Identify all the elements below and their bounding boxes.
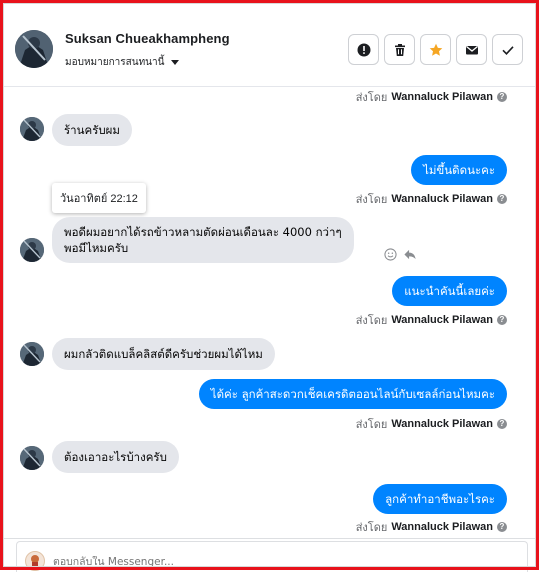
reply-box	[16, 541, 528, 572]
header-actions	[348, 34, 523, 65]
reply-icon[interactable]	[403, 248, 417, 261]
reply-composer	[4, 538, 535, 572]
sent-message[interactable]: ลูกค้าทำอาชีพอะไรคะ	[373, 484, 507, 514]
delete-button[interactable]	[384, 34, 415, 65]
message-actions	[384, 248, 417, 261]
help-icon[interactable]: ?	[497, 522, 507, 532]
avatar	[20, 238, 44, 262]
mark-done-button[interactable]	[492, 34, 523, 65]
alert-icon	[357, 43, 370, 56]
assign-label: มอบหมายการสนทนานี้	[65, 57, 165, 68]
avatar	[20, 342, 44, 366]
check-icon	[501, 45, 514, 55]
page-avatar	[25, 551, 45, 571]
star-icon	[429, 43, 442, 56]
received-message[interactable]: พอดีผมอยากได้รถข้าวหลามตัดผ่อนเดือนละ 40…	[52, 217, 354, 263]
trash-icon	[394, 43, 405, 56]
contact-avatar[interactable]	[15, 30, 53, 68]
help-icon[interactable]: ?	[497, 194, 507, 204]
sent-message[interactable]: ไม่ขึ้นดิดนะคะ	[411, 155, 507, 185]
sent-message[interactable]: ได้ค่ะ ลูกค้าสะดวกเช็คเครดิตออนไลน์กับเซ…	[198, 379, 507, 409]
sent-by-label: ส่งโดย Wannaluck Pilawan?	[356, 415, 507, 433]
avatar	[20, 117, 44, 141]
help-icon[interactable]: ?	[497, 315, 507, 325]
avatar	[20, 446, 44, 470]
sent-by-label: ส่งโดย Wannaluck Pilawan?	[356, 88, 507, 106]
sent-message[interactable]: แนะนำคันนี้เลยค่ะ	[392, 276, 507, 306]
help-icon[interactable]: ?	[497, 92, 507, 102]
help-icon[interactable]: ?	[497, 419, 507, 429]
chevron-down-icon	[171, 60, 180, 65]
timestamp-tooltip: วันอาทิตย์ 22:12	[52, 183, 146, 213]
assign-conversation-dropdown[interactable]: มอบหมายการสนทนานี้	[65, 55, 180, 70]
smile-icon[interactable]	[384, 248, 397, 261]
sent-by-label: ส่งโดย Wannaluck Pilawan?	[356, 190, 507, 208]
reply-input[interactable]	[53, 556, 433, 568]
received-message[interactable]: ร้านครับผม	[52, 114, 132, 146]
mail-icon	[465, 45, 478, 54]
received-message[interactable]: ผมกลัวติดแบล็คลิสต์ดีครับช่วยผมได้ไหม	[52, 338, 275, 370]
received-message[interactable]: ต้องเอาอะไรบ้างครับ	[52, 441, 179, 473]
message-line: พอมีไหมครับ	[64, 241, 129, 255]
conversation-header: Suksan Chueakhampheng มอบหมายการสนทนานี้	[4, 4, 535, 87]
star-button[interactable]	[420, 34, 451, 65]
mark-unread-button[interactable]	[456, 34, 487, 65]
sent-by-label: ส่งโดย Wannaluck Pilawan?	[356, 518, 507, 536]
mark-spam-button[interactable]	[348, 34, 379, 65]
sent-by-label: ส่งโดย Wannaluck Pilawan?	[356, 311, 507, 329]
contact-name[interactable]: Suksan Chueakhampheng	[65, 31, 230, 46]
message-line: พอดีผมอยากได้รถข้าวหลามตัดผ่อนเดือนละ 40…	[64, 225, 342, 239]
